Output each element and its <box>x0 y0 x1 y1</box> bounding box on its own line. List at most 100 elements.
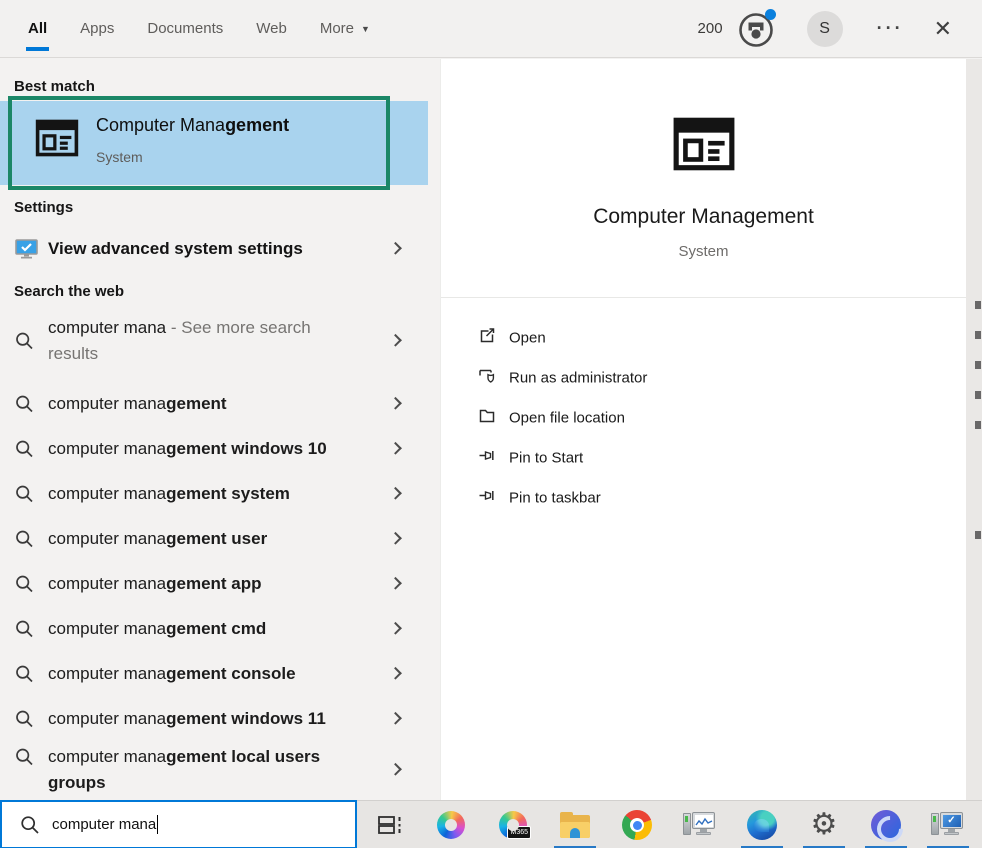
action-label: Run as administrator <box>509 370 647 387</box>
action-pin-to-start[interactable]: Pin to Start <box>441 438 967 478</box>
web-suggestion[interactable]: computer management system <box>0 472 428 516</box>
web-suggestion-label: computer management local users groups <box>48 744 332 796</box>
tab-apps-label: Apps <box>80 20 114 37</box>
search-filter-tabbar: All Apps Documents Web More 200 S <box>0 0 982 58</box>
divider <box>441 297 966 298</box>
task-view-button[interactable] <box>366 801 414 848</box>
file-explorer-icon <box>560 815 590 838</box>
action-pin-to-taskbar[interactable]: Pin to taskbar <box>441 478 967 518</box>
chevron-right-icon[interactable] <box>389 532 402 545</box>
rewards-medal-icon[interactable] <box>735 8 777 50</box>
settings-result-advanced-system[interactable]: View advanced system settings <box>0 227 428 271</box>
pc-check-button[interactable]: ✓ <box>924 801 972 848</box>
web-suggestion[interactable]: computer management app <box>0 562 428 606</box>
tab-documents-label: Documents <box>147 20 223 37</box>
action-run-as-administrator[interactable]: Run as administrator <box>441 358 967 398</box>
search-input[interactable]: computer mana <box>0 800 357 848</box>
preview-title: Computer Management <box>441 205 966 229</box>
action-label: Pin to Start <box>509 450 583 467</box>
copilot-m365-button[interactable]: M365 <box>489 801 537 848</box>
web-suggestion-label: computer management <box>48 391 227 417</box>
chevron-right-icon[interactable] <box>389 334 402 347</box>
tab-more-label: More <box>320 20 354 37</box>
best-match-header: Best match <box>14 78 95 95</box>
chrome-button[interactable] <box>613 801 661 848</box>
search-icon <box>15 440 34 459</box>
search-icon <box>15 710 34 729</box>
copilot-icon <box>437 811 465 839</box>
web-suggestion[interactable]: computer management user <box>0 517 428 561</box>
copilot-m365-icon: M365 <box>499 811 527 839</box>
preview-subtitle: System <box>441 243 966 260</box>
computer-management-icon <box>34 115 80 166</box>
tab-apps[interactable]: Apps <box>80 0 114 58</box>
search-icon <box>15 530 34 549</box>
action-open[interactable]: Open <box>441 318 967 358</box>
best-match-title[interactable]: Computer Management <box>96 115 289 136</box>
system-properties-icon <box>15 239 38 259</box>
chrome-icon <box>622 810 652 840</box>
chevron-right-icon[interactable] <box>389 763 402 776</box>
tab-web[interactable]: Web <box>256 0 287 58</box>
web-suggestion-see-more[interactable]: computer mana - See more search results <box>0 311 428 371</box>
task-view-icon <box>376 811 404 839</box>
search-icon <box>15 575 34 594</box>
settings-button[interactable] <box>800 801 848 848</box>
folder-icon <box>478 407 496 430</box>
admin-shield-icon <box>478 367 497 390</box>
chevron-down-icon <box>361 24 370 34</box>
chevron-right-icon[interactable] <box>389 242 402 255</box>
action-label: Open file location <box>509 410 625 427</box>
pin-icon <box>478 447 496 470</box>
chevron-right-icon[interactable] <box>389 487 402 500</box>
computer-management-icon <box>671 111 737 182</box>
chevron-right-icon[interactable] <box>389 622 402 635</box>
web-suggestion[interactable]: computer management local users groups <box>0 741 428 799</box>
search-icon <box>15 332 34 351</box>
web-suggestion[interactable]: computer management windows 11 <box>0 697 428 741</box>
web-suggestion[interactable]: computer management cmd <box>0 607 428 651</box>
results-list: Best match Computer Management System Se… <box>0 59 440 800</box>
tab-documents[interactable]: Documents <box>147 0 223 58</box>
task-manager-button[interactable] <box>676 801 724 848</box>
tab-all-label: All <box>28 20 47 37</box>
result-preview-panel: Computer Management System Open Run as a… <box>440 59 966 800</box>
web-suggestion[interactable]: computer management console <box>0 652 428 696</box>
chevron-right-icon[interactable] <box>389 712 402 725</box>
chevron-right-icon[interactable] <box>389 442 402 455</box>
web-suggestion-label: computer management cmd <box>48 616 266 642</box>
query-part: computer mana <box>48 318 166 337</box>
close-icon[interactable] <box>934 18 952 40</box>
search-icon <box>15 485 34 504</box>
chevron-right-icon[interactable] <box>389 667 402 680</box>
search-icon <box>15 395 34 414</box>
m365-badge: M365 <box>507 826 531 839</box>
copilot-button[interactable] <box>427 801 475 848</box>
gear-icon <box>811 810 838 840</box>
topbar-controls: 200 S <box>698 8 952 50</box>
tab-more[interactable]: More <box>320 0 370 58</box>
task-manager-icon <box>683 810 717 840</box>
action-open-file-location[interactable]: Open file location <box>441 398 967 438</box>
web-suggestion[interactable]: computer management windows 10 <box>0 427 428 471</box>
tab-all[interactable]: All <box>28 0 47 58</box>
search-results-area: Best match Computer Management System Se… <box>0 59 982 800</box>
ring-app-icon <box>871 810 901 840</box>
search-icon <box>15 620 34 639</box>
action-label: Open <box>509 330 546 347</box>
web-suggestion-label: computer management system <box>48 481 290 507</box>
web-suggestion[interactable]: computer management <box>0 382 428 426</box>
edge-button[interactable] <box>738 801 786 848</box>
open-icon <box>478 327 496 350</box>
file-explorer-button[interactable] <box>551 801 599 848</box>
more-options-icon[interactable] <box>877 18 904 39</box>
windows-search-flyout: All Apps Documents Web More 200 S <box>0 0 982 848</box>
user-avatar[interactable]: S <box>807 11 843 47</box>
ring-app-button[interactable] <box>862 801 910 848</box>
chevron-right-icon[interactable] <box>389 397 402 410</box>
web-suggestion-label: computer management user <box>48 526 267 552</box>
web-suggestion-label: computer management windows 10 <box>48 436 327 462</box>
rewards-points: 200 <box>698 20 723 37</box>
chevron-right-icon[interactable] <box>389 577 402 590</box>
search-the-web-header: Search the web <box>14 283 124 300</box>
